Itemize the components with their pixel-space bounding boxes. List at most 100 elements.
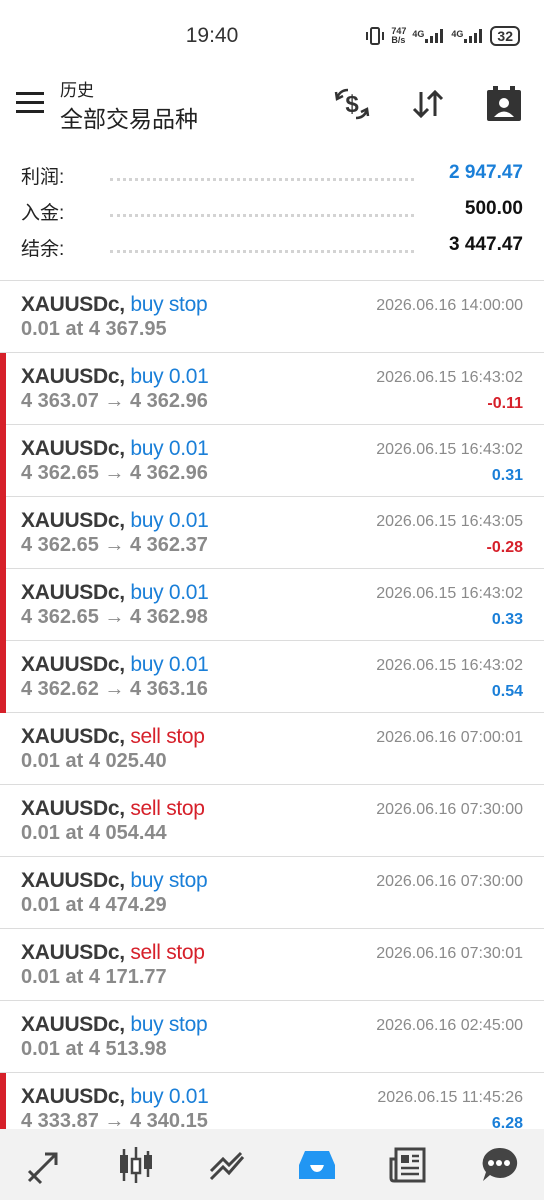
quotes-icon (28, 1152, 58, 1184)
order-symbol: XAUUSDc, buy 0.01 (21, 653, 209, 676)
nav-messages[interactable] (477, 1143, 521, 1187)
history-row[interactable]: XAUUSDc, buy 0.01 4 333.87 → 4 340.15 2026… (0, 1073, 544, 1129)
order-symbol: XAUUSDc, sell stop (21, 941, 205, 964)
order-time: 2026.06.15 16:43:05 (376, 513, 523, 530)
order-type: buy 0.01 (130, 365, 209, 388)
order-symbol: XAUUSDc, buy 0.01 (21, 509, 209, 532)
app-bar: 历史 全部交易品种 $ (0, 72, 544, 142)
battery-icon: 32 (490, 26, 520, 46)
order-price: 4 362.65 → 4 362.98 (21, 606, 208, 628)
order-type: buy 0.01 (130, 653, 209, 676)
account-summary: 利润: 2 947.47 入金: 500.00 结余: 3 447.47 (0, 158, 544, 266)
system-icons: 747 B/s 4G 4G 32 (365, 26, 520, 46)
nav-trade[interactable] (205, 1143, 249, 1187)
order-symbol: XAUUSDc, buy 0.01 (21, 365, 209, 388)
order-time: 2026.06.15 16:43:02 (376, 585, 523, 602)
order-price: 4 333.87 → 4 340.15 (21, 1110, 208, 1129)
dotted-leader (110, 250, 414, 253)
order-type: buy 0.01 (130, 581, 209, 604)
summary-value: 3 447.47 (449, 234, 523, 255)
signal-icon: 4G (412, 29, 445, 43)
order-price: 0.01 at 4 054.44 (21, 822, 167, 844)
order-symbol: XAUUSDc, buy stop (21, 869, 208, 892)
menu-icon[interactable] (16, 92, 44, 116)
status-bar: 19:40 747 B/s 4G 4G 32 (0, 0, 544, 72)
history-row[interactable]: XAUUSDc, sell stop 0.01 at 4 054.44 2026.0… (0, 785, 544, 857)
order-price: 4 362.62 → 4 363.16 (21, 678, 208, 700)
summary-value: 500.00 (464, 198, 523, 219)
history-row[interactable]: XAUUSDc, buy 0.01 4 362.65 → 4 362.96 2026… (0, 425, 544, 497)
order-time: 2026.06.16 02:45:00 (376, 1017, 523, 1034)
order-time: 2026.06.16 14:00:00 (376, 297, 523, 314)
order-price: 0.01 at 4 513.98 (21, 1038, 167, 1060)
order-symbol: XAUUSDc, buy 0.01 (21, 437, 209, 460)
order-price: 0.01 at 4 367.95 (21, 318, 167, 340)
chart-icon (119, 1146, 152, 1183)
clock: 19:40 (185, 24, 239, 47)
bottom-nav (0, 1129, 544, 1200)
summary-label: 结余: (21, 239, 65, 260)
history-row[interactable]: XAUUSDc, buy 0.01 4 362.65 → 4 362.37 2026… (0, 497, 544, 569)
history-row[interactable]: XAUUSDc, buy stop 0.01 at 4 367.95 2026.06… (0, 281, 544, 353)
order-type: buy 0.01 (130, 509, 209, 532)
order-symbol: XAUUSDc, sell stop (21, 797, 205, 820)
summary-label: 利润: (21, 167, 65, 188)
nav-history[interactable] (295, 1143, 339, 1187)
calendar-icon[interactable] (484, 84, 524, 124)
history-row[interactable]: XAUUSDc, buy 0.01 4 362.62 → 4 363.16 2026… (0, 641, 544, 713)
order-time: 2026.06.16 07:30:00 (376, 873, 523, 890)
summary-label: 入金: (21, 203, 65, 224)
order-time: 2026.06.16 07:00:01 (376, 729, 523, 746)
nav-quotes[interactable] (23, 1143, 67, 1187)
summary-row-balance: 结余: 3 447.47 (0, 230, 544, 266)
vibrate-icon (366, 27, 385, 45)
order-symbol: XAUUSDc, buy 0.01 (21, 581, 209, 604)
order-time: 2026.06.16 07:30:00 (376, 801, 523, 818)
order-type: buy 0.01 (130, 437, 209, 460)
order-symbol: XAUUSDc, sell stop (21, 725, 205, 748)
summary-value: 2 947.47 (449, 162, 523, 183)
summary-row-profit: 利润: 2 947.47 (0, 158, 544, 194)
nav-chart[interactable] (114, 1143, 158, 1187)
svg-text:$: $ (345, 91, 359, 118)
order-profit: 0.33 (491, 611, 523, 628)
history-row[interactable]: XAUUSDc, buy 0.01 4 363.07 → 4 362.96 2026… (0, 353, 544, 425)
order-type: buy stop (130, 293, 208, 316)
history-icon (299, 1150, 336, 1179)
trade-icon (209, 1151, 244, 1180)
sort-icon[interactable] (408, 84, 448, 124)
summary-row-deposit: 入金: 500.00 (0, 194, 544, 230)
order-type: buy stop (130, 1013, 208, 1036)
order-time: 2026.06.16 07:30:01 (376, 945, 523, 962)
order-profit: 0.31 (491, 467, 523, 484)
net-speed: 747 B/s (391, 26, 407, 45)
history-row[interactable]: XAUUSDc, sell stop 0.01 at 4 171.77 2026.0… (0, 929, 544, 1001)
currency-exchange-icon[interactable]: $ (332, 84, 372, 124)
page-title[interactable]: 全部交易品种 (60, 100, 198, 134)
history-row[interactable]: XAUUSDc, buy stop 0.01 at 4 513.98 2026.06… (0, 1001, 544, 1073)
order-price: 0.01 at 4 171.77 (21, 966, 167, 988)
signal-icon-2: 4G (451, 29, 484, 43)
nav-news[interactable] (386, 1143, 430, 1187)
messages-icon (482, 1147, 517, 1181)
order-symbol: XAUUSDc, buy stop (21, 293, 208, 316)
news-icon (389, 1147, 426, 1182)
order-price: 4 363.07 → 4 362.96 (21, 390, 208, 412)
order-price: 4 362.65 → 4 362.37 (21, 534, 208, 556)
history-list[interactable]: XAUUSDc, buy stop 0.01 at 4 367.95 2026.06… (0, 281, 544, 1129)
order-type: sell stop (130, 725, 205, 748)
order-price: 4 362.65 → 4 362.96 (21, 462, 208, 484)
order-profit: -0.28 (486, 539, 523, 556)
order-type: buy stop (130, 869, 208, 892)
order-type: sell stop (130, 941, 205, 964)
order-time: 2026.06.15 16:43:02 (376, 441, 523, 458)
order-profit: 6.28 (491, 1115, 523, 1129)
order-symbol: XAUUSDc, buy 0.01 (21, 1085, 209, 1108)
page-subtitle: 历史 (60, 81, 94, 100)
history-row[interactable]: XAUUSDc, sell stop 0.01 at 4 025.40 2026.0… (0, 713, 544, 785)
order-time: 2026.06.15 16:43:02 (376, 369, 523, 386)
history-row[interactable]: XAUUSDc, buy stop 0.01 at 4 474.29 2026.06… (0, 857, 544, 929)
order-price: 0.01 at 4 025.40 (21, 750, 167, 772)
order-type: sell stop (130, 797, 205, 820)
history-row[interactable]: XAUUSDc, buy 0.01 4 362.65 → 4 362.98 2026… (0, 569, 544, 641)
